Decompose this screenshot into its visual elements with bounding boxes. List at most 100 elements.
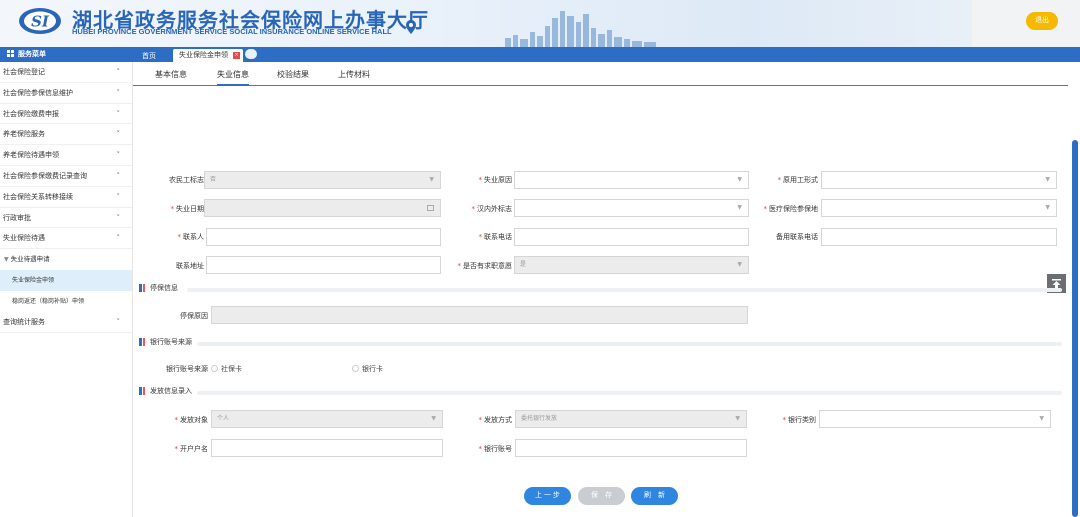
subtab-basic-info[interactable]: 基本信息 xyxy=(155,69,187,80)
account-name-input[interactable] xyxy=(211,439,443,457)
stop-reason-label: 停保原因 xyxy=(180,312,208,320)
section-payment-info: 发放信息录入 xyxy=(139,386,1062,396)
employ-form-select[interactable]: ▼ xyxy=(821,171,1057,189)
section-bank-source: 银行账号来源 xyxy=(139,337,1062,347)
address-label: 联系地址 xyxy=(176,262,204,270)
pay-target-label: * 发放对象 xyxy=(174,416,209,424)
farmer-flag-label: 农民工标志 xyxy=(169,176,204,184)
chevron-down-icon: ▼ xyxy=(1045,176,1050,183)
sidebar-item-stats-query[interactable]: 查询统计服务 ˅ xyxy=(0,312,132,333)
employ-form-label: * 原用工形式 xyxy=(777,176,819,184)
sidebar-item-info-maintenance[interactable]: 社会保险参保信息维护 ˅ xyxy=(0,83,132,104)
chevron-down-icon: ▼ xyxy=(737,176,742,183)
pay-method-select[interactable]: 委托银行发放 ▼ xyxy=(515,410,747,428)
page-header: SI 湖北省政务服务社会保险网上办事大厅 HUBEI PROVINCE GOVE… xyxy=(0,0,1080,47)
si-logo: SI xyxy=(19,8,61,34)
radio-social-card[interactable]: 社保卡 xyxy=(211,364,242,374)
chevron-down-icon: ˅ xyxy=(116,171,121,180)
subtab-validation-result[interactable]: 校验结果 xyxy=(277,69,309,80)
logout-button[interactable]: 退出 xyxy=(1026,12,1058,30)
tab-refresh-icon[interactable] xyxy=(245,49,257,59)
phone-label: * 联系电话 xyxy=(478,233,513,241)
sidebar-item-unemployment[interactable]: 失业保险待遇 ˄ xyxy=(0,228,132,250)
sidebar-item-record-query[interactable]: 社会保险参保缴费记录查询 ˅ xyxy=(0,166,132,187)
chevron-down-icon: ˅ xyxy=(116,318,121,327)
sidebar-title: 服务菜单 xyxy=(18,50,46,58)
subtab-unemployment-info[interactable]: 失业信息 xyxy=(217,69,249,86)
vertical-scrollbar[interactable] xyxy=(1072,140,1078,517)
unemp-reason-label: * 失业原因 xyxy=(478,176,513,184)
tab-label: 失业保险金申领 xyxy=(179,51,228,59)
chevron-down-icon: ˅ xyxy=(116,213,121,222)
sidebar-item-registration[interactable]: 社会保险登记 ˅ xyxy=(0,62,132,83)
svg-text:SI: SI xyxy=(31,13,50,31)
alt-phone-input[interactable] xyxy=(821,228,1057,246)
chevron-down-icon: ˅ xyxy=(116,151,121,160)
sidebar: 社会保险登记 ˅ 社会保险参保信息维护 ˅ 社会保险缴费申报 ˅ 养老保险服务 ˅ 养老… xyxy=(0,62,133,517)
save-button[interactable]: 保 存 xyxy=(578,487,625,505)
account-name-label: * 开户户名 xyxy=(174,445,209,453)
grid-icon xyxy=(7,50,14,57)
location-pin-icon xyxy=(406,20,416,34)
chevron-down-icon: ˅ xyxy=(116,130,121,139)
sidebar-header: 服务菜单 xyxy=(0,47,133,62)
bank-type-select[interactable]: ▼ xyxy=(819,410,1051,428)
tab-home[interactable]: 首页 xyxy=(142,51,156,61)
inside-outside-select[interactable]: ▼ xyxy=(514,199,749,217)
farmer-flag-select[interactable]: 否 ▼ xyxy=(204,171,441,189)
account-no-label: * 银行账号 xyxy=(478,445,513,453)
account-no-input[interactable] xyxy=(515,439,747,457)
medical-place-label: * 医疗保险参保地 xyxy=(763,205,819,213)
unemp-date-input[interactable] xyxy=(204,199,441,217)
bank-type-label: * 银行类别 xyxy=(782,416,817,424)
sidebar-item-approval[interactable]: 行政审批 ˅ xyxy=(0,208,132,229)
address-input[interactable] xyxy=(206,256,441,274)
chevron-down-icon: ▼ xyxy=(737,261,742,268)
site-title-en: HUBEI PROVINCE GOVERNMENT SERVICE SOCIAL… xyxy=(72,27,392,36)
calendar-icon xyxy=(427,205,434,211)
sidebar-leaf-job-stabilization[interactable]: 稳岗返还（稳岗补贴）申领 xyxy=(0,291,132,312)
chevron-down-icon: ▼ xyxy=(735,415,740,422)
phone-input[interactable] xyxy=(514,228,749,246)
contact-label: * 联系人 xyxy=(177,233,205,241)
tab-bar: 首页 失业保险金申领 × xyxy=(133,47,1080,62)
chevron-down-icon: ▼ xyxy=(429,176,434,183)
contact-input[interactable] xyxy=(206,228,441,246)
chevron-down-icon: ▼ xyxy=(1045,204,1050,211)
close-icon[interactable]: × xyxy=(233,52,240,59)
unemp-reason-select[interactable]: ▼ xyxy=(514,171,749,189)
prev-step-button[interactable]: 上 一 步 xyxy=(524,487,571,505)
inside-outside-label: * 汉内外标志 xyxy=(471,205,513,213)
radio-bank-card[interactable]: 银行卡 xyxy=(352,364,383,374)
pay-method-label: * 发放方式 xyxy=(478,416,513,424)
sidebar-item-payment-declaration[interactable]: 社会保险缴费申报 ˅ xyxy=(0,104,132,125)
sub-tabs: 基本信息 失业信息 校验结果 上传材料 xyxy=(133,62,1068,86)
sidebar-leaf-unemployment-benefit[interactable]: 失业保险金申领 xyxy=(0,270,132,292)
sidebar-item-pension-benefit[interactable]: 养老保险待遇申领 ˅ xyxy=(0,145,132,166)
chevron-down-icon: ˅ xyxy=(116,88,121,97)
chevron-up-icon: ˄ xyxy=(116,234,121,243)
city-skyline-decoration xyxy=(505,11,656,47)
triangle-down-icon: ▼ xyxy=(4,256,9,264)
tab-unemployment-benefit[interactable]: 失业保险金申领 × xyxy=(173,49,243,62)
sidebar-subgroup-unemployment-apply[interactable]: ▼ 失业待遇申请 xyxy=(0,249,132,270)
sidebar-item-transfer[interactable]: 社会保险关系转移接续 ˅ xyxy=(0,187,132,208)
stop-reason-input[interactable] xyxy=(211,306,748,324)
section-stop-insurance: 停保信息 xyxy=(139,283,1062,293)
pay-target-select[interactable]: 个人 ▼ xyxy=(211,410,443,428)
job-intent-select[interactable]: 是 ▼ xyxy=(514,256,749,274)
chevron-down-icon: ▼ xyxy=(431,415,436,422)
chevron-down-icon: ˅ xyxy=(116,109,121,118)
bank-source-label: 银行账号来源 xyxy=(166,365,208,373)
chevron-down-icon: ˅ xyxy=(116,68,121,76)
unemp-date-label: * 失业日期 xyxy=(170,205,205,213)
chevron-down-icon: ▼ xyxy=(737,204,742,211)
sidebar-item-pension-service[interactable]: 养老保险服务 ˅ xyxy=(0,124,132,146)
subtab-upload-materials[interactable]: 上传材料 xyxy=(338,69,370,80)
job-intent-label: * 是否有求职意愿 xyxy=(457,262,513,270)
refresh-button[interactable]: 刷 新 xyxy=(631,487,678,505)
medical-place-select[interactable]: ▼ xyxy=(821,199,1057,217)
alt-phone-label: 备用联系电话 xyxy=(776,233,818,241)
chevron-down-icon: ˅ xyxy=(116,192,121,201)
chevron-down-icon: ▼ xyxy=(1039,415,1044,422)
